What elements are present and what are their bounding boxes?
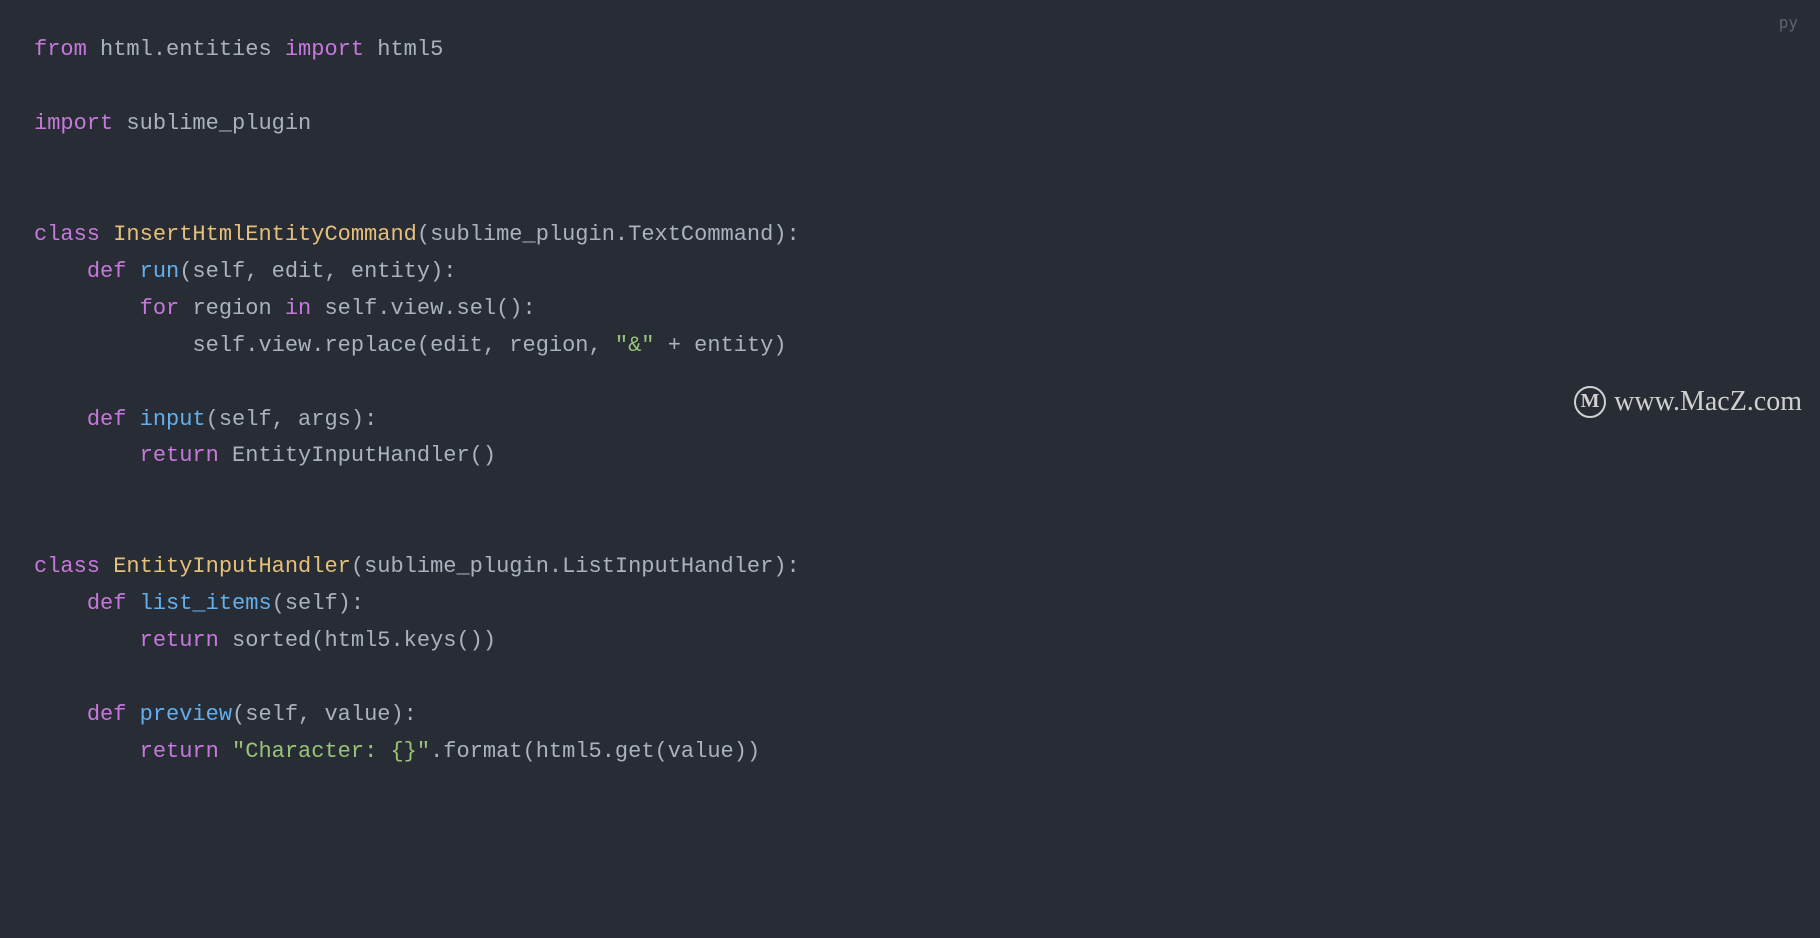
- params: (self, value):: [232, 702, 417, 727]
- expr: EntityInputHandler(): [232, 443, 496, 468]
- keyword-in: in: [285, 296, 311, 321]
- function-name: input: [140, 407, 206, 432]
- indent: [34, 628, 140, 653]
- indent: [34, 739, 140, 764]
- watermark-text: www.MacZ.com: [1614, 378, 1802, 425]
- language-label: py: [1779, 10, 1798, 37]
- string-literal: "&": [615, 333, 655, 358]
- code-line-20: return "Character: {}".format(html5.get(…: [34, 739, 760, 764]
- code-editor[interactable]: from html.entities import html5 import s…: [0, 0, 1820, 803]
- params: (self):: [272, 591, 364, 616]
- keyword-from: from: [34, 37, 87, 62]
- code-line-15: class EntityInputHandler(sublime_plugin.…: [34, 554, 800, 579]
- code-line-12: return EntityInputHandler(): [34, 443, 496, 468]
- keyword-def: def: [87, 591, 127, 616]
- keyword-class: class: [34, 222, 100, 247]
- paren-open: (: [351, 554, 364, 579]
- keyword-import: import: [285, 37, 364, 62]
- function-name: list_items: [140, 591, 272, 616]
- indent: [34, 443, 140, 468]
- indent: [34, 296, 140, 321]
- keyword-def: def: [87, 407, 127, 432]
- base-class: sublime_plugin.ListInputHandler: [364, 554, 773, 579]
- indent: [34, 259, 87, 284]
- function-name: preview: [140, 702, 232, 727]
- code-line-3: import sublime_plugin: [34, 111, 311, 136]
- code-line-16: def list_items(self):: [34, 591, 364, 616]
- code-line-7: def run(self, edit, entity):: [34, 259, 456, 284]
- class-name: InsertHtmlEntityCommand: [113, 222, 417, 247]
- code-line-17: return sorted(html5.keys()): [34, 628, 496, 653]
- code-line-6: class InsertHtmlEntityCommand(sublime_pl…: [34, 222, 800, 247]
- params: (self, edit, entity):: [179, 259, 456, 284]
- loop-var: region: [192, 296, 271, 321]
- params: (self, args):: [206, 407, 378, 432]
- paren-close: ):: [773, 554, 799, 579]
- keyword-def: def: [87, 702, 127, 727]
- import-name: html5: [377, 37, 443, 62]
- keyword-for: for: [140, 296, 180, 321]
- keyword-import: import: [34, 111, 113, 136]
- module-name: html.entities: [100, 37, 272, 62]
- paren-open: (: [417, 222, 430, 247]
- code-line-19: def preview(self, value):: [34, 702, 417, 727]
- string-literal: "Character: {}": [232, 739, 430, 764]
- code-line-8: for region in self.view.sel():: [34, 296, 536, 321]
- code-line-9: self.view.replace(edit, region, "&" + en…: [34, 333, 787, 358]
- expr: self.view.sel():: [324, 296, 535, 321]
- class-name: EntityInputHandler: [113, 554, 351, 579]
- import-name: sublime_plugin: [126, 111, 311, 136]
- indent: [34, 407, 87, 432]
- keyword-return: return: [140, 443, 219, 468]
- base-class: sublime_plugin.TextCommand: [430, 222, 773, 247]
- function-name: run: [140, 259, 180, 284]
- paren-close: ):: [773, 222, 799, 247]
- keyword-def: def: [87, 259, 127, 284]
- code-line-1: from html.entities import html5: [34, 37, 443, 62]
- indent: [34, 591, 87, 616]
- expr: .format(html5.get(value)): [430, 739, 760, 764]
- expr: sorted(html5.keys()): [232, 628, 496, 653]
- indent: [34, 702, 87, 727]
- watermark: M www.MacZ.com: [1574, 378, 1802, 425]
- code-line-11: def input(self, args):: [34, 407, 377, 432]
- keyword-class: class: [34, 554, 100, 579]
- keyword-return: return: [140, 628, 219, 653]
- expr-pre: self.view.replace(edit, region,: [192, 333, 614, 358]
- indent: [34, 333, 192, 358]
- keyword-return: return: [140, 739, 219, 764]
- expr-post: + entity): [655, 333, 787, 358]
- watermark-icon: M: [1574, 386, 1606, 418]
